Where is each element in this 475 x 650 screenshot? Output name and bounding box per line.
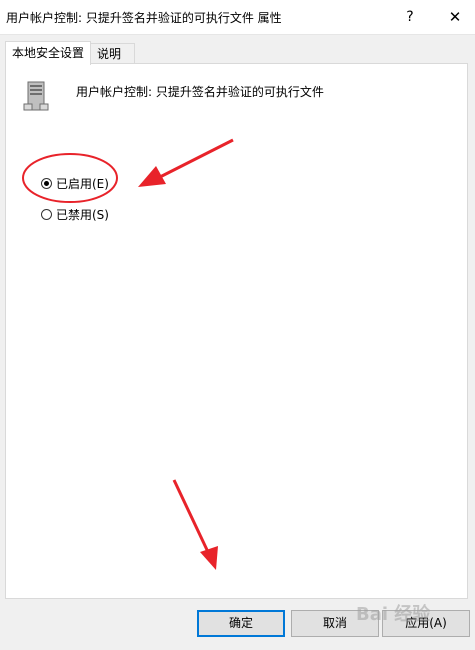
server-policy-icon	[23, 81, 49, 111]
radio-enabled-option[interactable]: 已启用(E)	[41, 174, 109, 192]
close-button[interactable]: ✕	[440, 5, 470, 29]
radio-disabled-label[interactable]: 已禁用(S)	[56, 206, 109, 223]
radio-disabled-option[interactable]: 已禁用(S)	[41, 205, 109, 223]
tab-panel: 用户帐户控制: 只提升签名并验证的可执行文件 已启用(E) 已禁用(S)	[5, 63, 468, 599]
radio-disabled[interactable]	[41, 208, 52, 220]
radio-enabled[interactable]	[41, 177, 52, 189]
ok-button[interactable]: 确定	[197, 610, 285, 637]
watermark: Bai 经验	[356, 604, 431, 625]
radio-enabled-label[interactable]: 已启用(E)	[56, 175, 109, 192]
window-title: 用户帐户控制: 只提升签名并验证的可执行文件 属性	[6, 11, 282, 25]
title-bar: 用户帐户控制: 只提升签名并验证的可执行文件 属性 ? ✕	[0, 0, 475, 35]
tab-explain[interactable]: 说明	[90, 43, 135, 64]
tab-bar: 本地安全设置 说明	[0, 34, 475, 65]
tab-local-security-setting[interactable]: 本地安全设置	[5, 41, 91, 65]
policy-name: 用户帐户控制: 只提升签名并验证的可执行文件	[76, 85, 324, 99]
help-button[interactable]: ?	[395, 5, 425, 29]
